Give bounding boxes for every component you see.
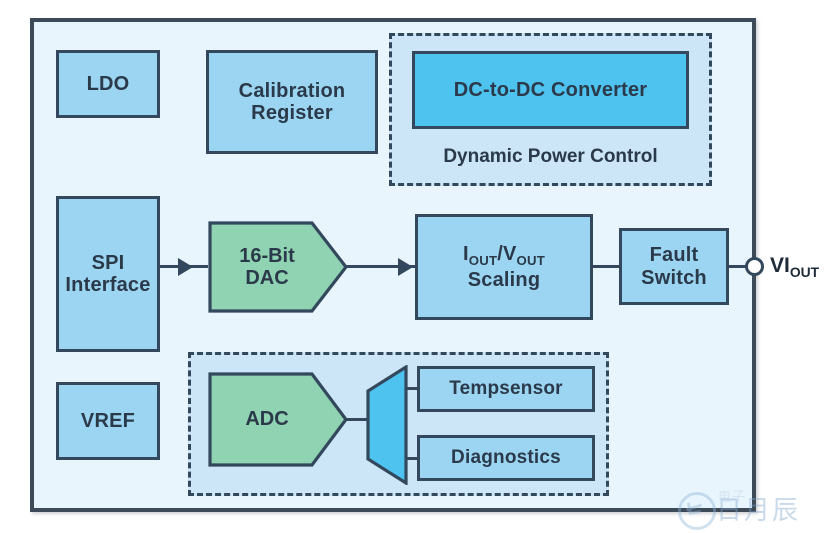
- block-calibration-register[interactable]: Calibration Register: [206, 50, 378, 154]
- output-pin-name: VI: [770, 254, 790, 277]
- calibration-register-line1: Calibration: [238, 79, 346, 102]
- block-16bit-dac[interactable]: 16-Bit DAC: [208, 221, 348, 313]
- scaling-line2: Scaling: [467, 268, 541, 291]
- fault-switch-line1: Fault: [649, 244, 699, 267]
- block-calibration-register-label: Calibration Register: [239, 80, 346, 125]
- group-dynamic-power-control-text: Dynamic Power Control: [443, 146, 658, 167]
- block-fault-switch-label: Fault Switch: [641, 244, 707, 289]
- output-pin-terminal[interactable]: [745, 257, 764, 276]
- mux-trapezoid-shape: [366, 365, 408, 485]
- block-spi-interface-label: SPI Interface: [65, 252, 150, 297]
- wire-fault-switch-to-pin: [727, 265, 747, 268]
- block-adc-label: ADC: [245, 408, 289, 431]
- block-ldo[interactable]: LDO: [56, 50, 160, 118]
- output-pin-subscript: OUT: [789, 264, 820, 281]
- block-spi-interface[interactable]: SPI Interface: [56, 196, 160, 352]
- block-iout-vout-scaling[interactable]: IOUT/VOUT Scaling: [415, 214, 593, 320]
- block-dc-to-dc-converter-label: DC-to-DC Converter: [453, 78, 648, 101]
- block-diagnostics-label: Diagnostics: [451, 447, 561, 469]
- calibration-register-line2: Register: [251, 102, 333, 124]
- block-diagnostics[interactable]: Diagnostics: [417, 435, 595, 481]
- spi-interface-line2: Interface: [65, 274, 151, 296]
- block-adc[interactable]: ADC: [208, 372, 348, 467]
- block-tempsensor[interactable]: Tempsensor: [417, 366, 595, 412]
- block-mux[interactable]: [366, 365, 408, 485]
- fault-switch-line2: Switch: [641, 266, 707, 289]
- block-16bit-dac-label: 16-Bit DAC: [239, 245, 317, 290]
- scaling-i-subscript: OUT: [468, 252, 498, 268]
- group-dynamic-power-control-label: Dynamic Power Control: [389, 143, 712, 171]
- dac-line2: DAC: [245, 267, 289, 289]
- block-vref-label: VREF: [80, 409, 136, 432]
- arrowhead-spi-to-dac: [178, 258, 193, 276]
- block-fault-switch[interactable]: Fault Switch: [619, 228, 729, 305]
- spi-interface-line1: SPI: [91, 251, 125, 274]
- block-vref[interactable]: VREF: [56, 382, 160, 460]
- block-dc-to-dc-converter[interactable]: DC-to-DC Converter: [412, 51, 689, 129]
- block-tempsensor-label: Tempsensor: [449, 378, 563, 400]
- output-pin-label: VIOUT: [770, 254, 819, 280]
- block-iout-vout-scaling-label: IOUT/VOUT Scaling: [463, 243, 545, 291]
- dac-line1: 16-Bit: [239, 244, 295, 267]
- scaling-v-subscript: OUT: [516, 252, 545, 268]
- wire-scaling-to-fault-switch: [592, 265, 620, 268]
- block-diagram-canvas: DC-to-DC Converter Dynamic Power Control…: [0, 0, 826, 533]
- block-ldo-label: LDO: [86, 72, 130, 95]
- arrowhead-dac-to-scaling: [398, 258, 413, 276]
- scaling-v: V: [502, 242, 517, 265]
